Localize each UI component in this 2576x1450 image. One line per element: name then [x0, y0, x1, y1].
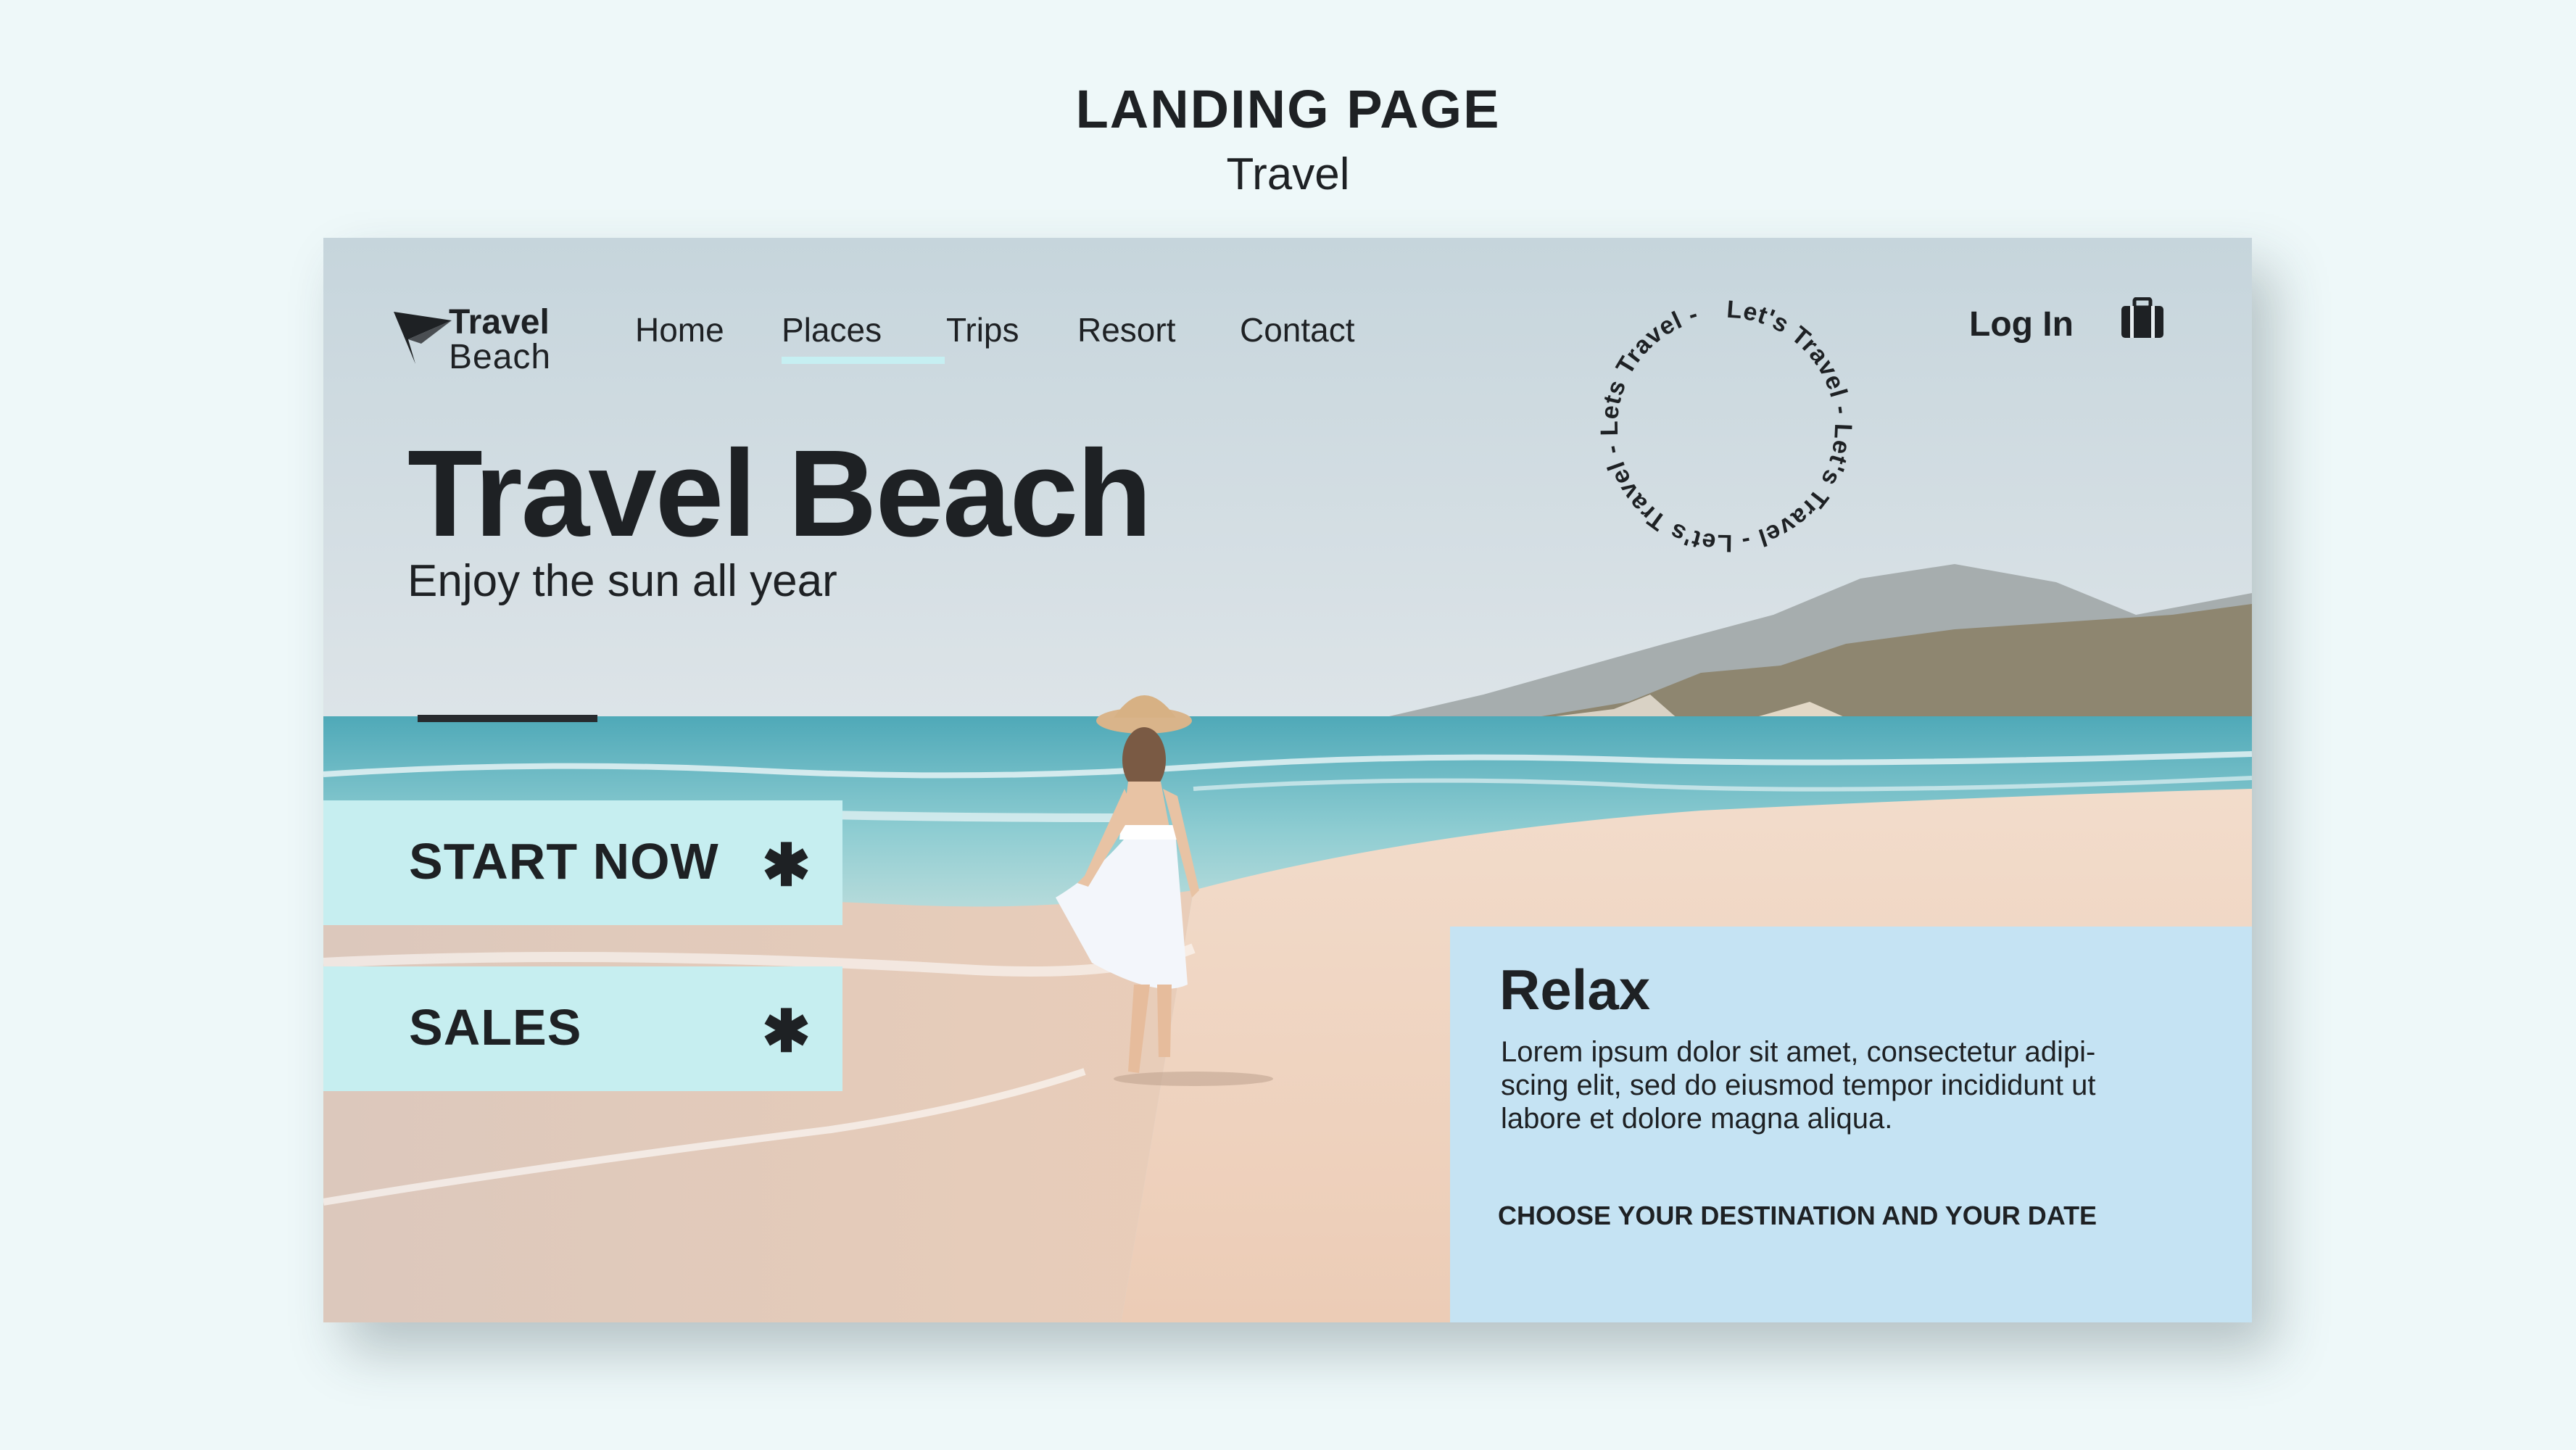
- landing-page-mockup: Travel Beach Home Places Trips Resort Co…: [323, 238, 2252, 1322]
- svg-text:Let's Travel - Let's Travel -: Let's Travel - Let's Travel - Let's Trav…: [1596, 296, 1857, 557]
- choose-destination-link[interactable]: CHOOSE YOUR DESTINATION AND YOUR DATE: [1498, 1201, 2097, 1231]
- lets-travel-circular-badge: Let's Travel - Let's Travel - Let's Trav…: [1596, 296, 1857, 557]
- logo-text-line2: Beach: [449, 338, 552, 376]
- sales-label: SALES: [409, 999, 582, 1056]
- login-link[interactable]: Log In: [1969, 304, 2074, 344]
- nav-trips[interactable]: Trips: [946, 310, 1019, 349]
- start-now-button[interactable]: START NOW ✱: [323, 800, 842, 925]
- info-body-line: scing elit, sed do eiusmod tempor incidi…: [1501, 1069, 2096, 1101]
- nav-home[interactable]: Home: [635, 310, 724, 349]
- asterisk-icon: ✱: [762, 999, 811, 1064]
- info-body-line: labore et dolore magna aliqua.: [1501, 1103, 1893, 1135]
- hero-divider: [418, 715, 597, 722]
- briefcase-icon[interactable]: [2120, 297, 2165, 339]
- asterisk-icon: ✱: [762, 833, 811, 898]
- start-now-label: START NOW: [409, 833, 719, 890]
- info-card-body: Lorem ipsum dolor sit amet, consectetur …: [1501, 1035, 2168, 1135]
- info-card-title: Relax: [1499, 958, 1651, 1022]
- nav-places[interactable]: Places: [782, 310, 882, 349]
- logo-text-line1: Travel: [449, 303, 550, 341]
- page-heading-title: LANDING PAGE: [1075, 79, 1501, 139]
- paper-plane-icon: [394, 312, 452, 364]
- hero-title: Travel Beach: [407, 425, 1152, 563]
- hero-subtitle: Enjoy the sun all year: [407, 556, 837, 606]
- nav-active-underline: [782, 357, 945, 364]
- relax-info-card: Relax Lorem ipsum dolor sit amet, consec…: [1450, 927, 2252, 1322]
- nav-resort[interactable]: Resort: [1077, 310, 1175, 349]
- nav-contact[interactable]: Contact: [1240, 310, 1355, 349]
- sales-button[interactable]: SALES ✱: [323, 966, 842, 1091]
- page-heading-subtitle: Travel: [1226, 149, 1350, 199]
- travel-beach-logo[interactable]: Travel Beach: [392, 304, 581, 384]
- info-body-line: Lorem ipsum dolor sit amet, consectetur …: [1501, 1036, 2096, 1068]
